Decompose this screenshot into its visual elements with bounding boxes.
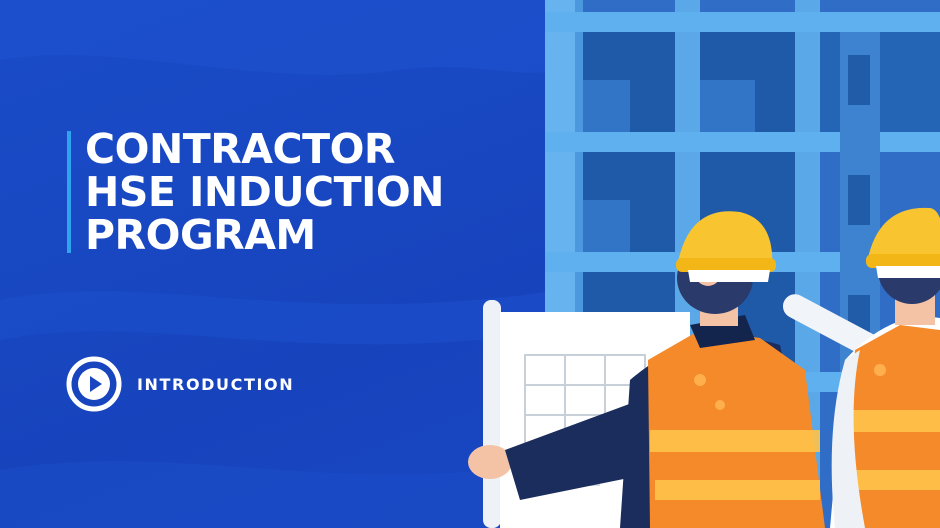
- page-title: CONTRACTOR HSE INDUCTION PROGRAM: [85, 125, 445, 259]
- title-line-1: CONTRACTOR: [85, 125, 396, 173]
- title-line-3: PROGRAM: [85, 211, 316, 259]
- introduction-button[interactable]: INTRODUCTION: [65, 355, 294, 413]
- play-circle-icon[interactable]: [65, 355, 123, 413]
- title-line-2: HSE INDUCTION: [85, 168, 445, 216]
- introduction-label: INTRODUCTION: [137, 374, 295, 394]
- construction-illustration: [468, 0, 940, 528]
- slide: CONTRACTOR HSE INDUCTION PROGRAM INTRODU…: [0, 0, 940, 528]
- title-accent-bar: [67, 131, 71, 253]
